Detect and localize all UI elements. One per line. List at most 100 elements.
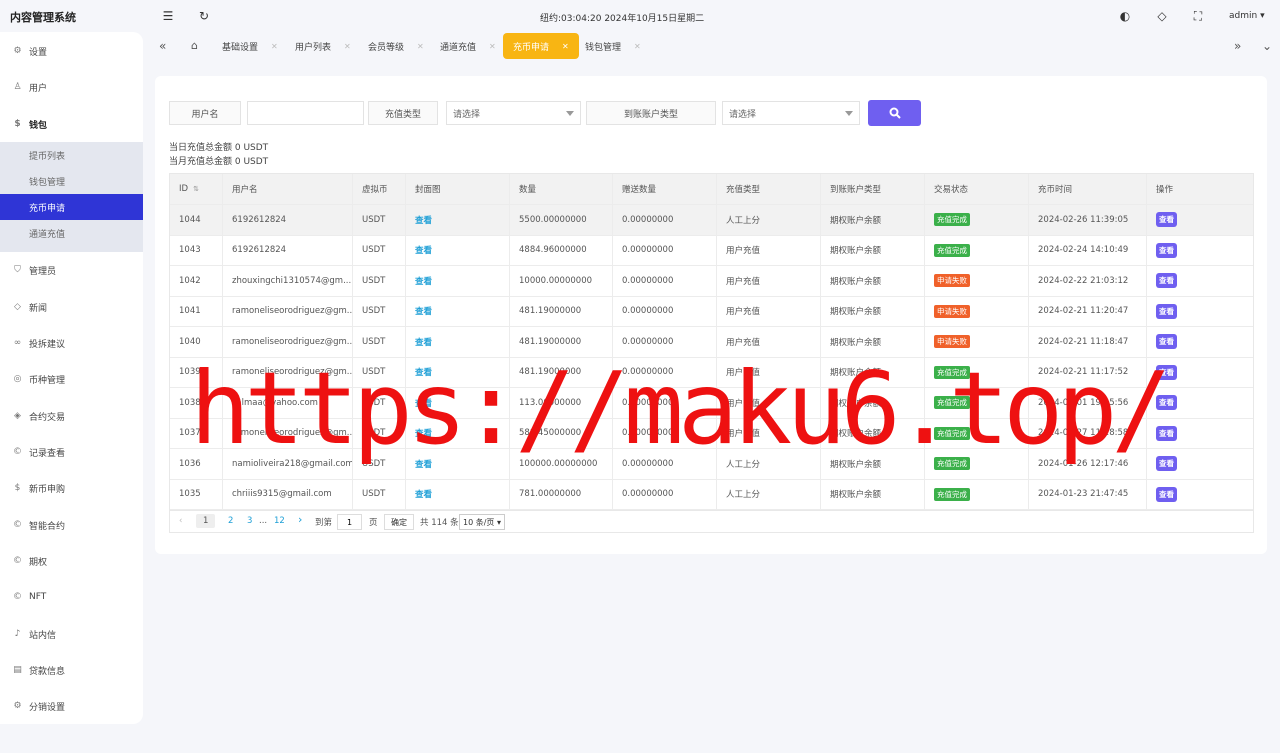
tabs-scroll-right-icon[interactable]: » (1234, 39, 1241, 53)
sidebar-item-settings[interactable]: ⚙ 设置 (0, 38, 143, 64)
view-button[interactable]: 查看 (1156, 456, 1177, 472)
view-cover-link[interactable]: 查看 (415, 214, 432, 226)
tab-user-list[interactable]: 用户列表 ✕ (295, 33, 351, 59)
cell-id: 1041 (170, 296, 223, 326)
bell-icon: ♪ (14, 629, 21, 639)
cell-account: 期权账户余额 (821, 266, 925, 296)
sub-item-wallet-manage[interactable]: 钱包管理 (0, 168, 143, 194)
sidebar-item-users[interactable]: ♙ 用户 (0, 74, 143, 100)
recharge-type-select[interactable]: 请选择 (446, 101, 581, 125)
view-button[interactable]: 查看 (1156, 486, 1177, 502)
view-cover-link[interactable]: 查看 (415, 458, 432, 470)
sub-item-channel-recharge[interactable]: 通道充值 (0, 220, 143, 246)
col-status: 交易状态 (925, 174, 1029, 204)
tab-member-level[interactable]: 会员等级 ✕ (368, 33, 424, 59)
tab-channel-recharge[interactable]: 通道充值 ✕ (440, 33, 496, 59)
palette-icon[interactable]: ◐ (1118, 9, 1132, 23)
sidebar-item-feedback[interactable]: ∞ 投拆建议 (0, 330, 143, 356)
cell-op: 查看 (1147, 297, 1254, 327)
sidebar-item-options[interactable]: © 期权 (0, 548, 143, 574)
col-id[interactable]: ID ⇅ (170, 174, 223, 204)
cell-gift: 0.00000000 (613, 296, 717, 326)
sidebar-item-news[interactable]: ◇ 新闻 (0, 294, 143, 320)
view-button[interactable]: 查看 (1156, 395, 1177, 411)
username-input[interactable] (247, 101, 364, 125)
record-icon: © (13, 447, 22, 457)
tab-wallet-manage[interactable]: 钱包管理 ✕ (585, 33, 641, 59)
close-icon[interactable]: ✕ (344, 42, 351, 51)
cell-coin: USDT (353, 205, 406, 235)
view-button[interactable]: 查看 (1156, 273, 1177, 289)
view-button[interactable]: 查看 (1156, 334, 1177, 350)
sidebar-item-records[interactable]: © 记录查看 (0, 439, 143, 465)
account-type-select[interactable]: 请选择 (722, 101, 860, 125)
sidebar-item-admins[interactable]: ⛉ 管理员 (0, 257, 143, 283)
page-2[interactable]: 2 (228, 516, 233, 526)
user-menu[interactable]: admin ▾ (1229, 11, 1265, 21)
cell-gift: 0.00000000 (613, 235, 717, 265)
tab-basic-settings[interactable]: 基础设置 ✕ (222, 33, 278, 59)
sidebar-item-coins[interactable]: ◎ 币种管理 (0, 366, 143, 392)
view-cover-link[interactable]: 查看 (415, 244, 432, 256)
tabs-dropdown-icon[interactable]: ⌄ (1262, 39, 1272, 53)
tab-deposit-apply[interactable]: 充币申请 ✕ (503, 33, 579, 59)
sub-item-withdraw-list[interactable]: 提币列表 (0, 142, 143, 168)
sort-icon[interactable]: ⇅ (193, 185, 199, 193)
view-cover-link[interactable]: 查看 (415, 397, 432, 409)
close-icon[interactable]: ✕ (562, 42, 569, 51)
cell-type: 用户充值 (717, 357, 821, 387)
view-button[interactable]: 查看 (1156, 242, 1177, 258)
main-panel: 用户名 充值类型 请选择 到账账户类型 请选择 当日充值总金额 0 USDT 当… (155, 76, 1267, 554)
close-icon[interactable]: ✕ (489, 42, 496, 51)
goto-confirm-button[interactable]: 确定 (384, 514, 414, 530)
view-cover-link[interactable]: 查看 (415, 305, 432, 317)
page-size-select[interactable]: 10 条/页 ▾ (459, 514, 505, 530)
view-button[interactable]: 查看 (1156, 364, 1177, 380)
view-button[interactable]: 查看 (1156, 303, 1177, 319)
cell-op: 查看 (1147, 205, 1254, 235)
status-badge: 申请失败 (934, 304, 970, 318)
close-icon[interactable]: ✕ (634, 42, 641, 51)
view-button[interactable]: 查看 (1156, 425, 1177, 441)
sidebar-item-nft[interactable]: © NFT (0, 584, 143, 610)
view-cover-link[interactable]: 查看 (415, 366, 432, 378)
table-row: 1041 ramoneliseorodriguez@gm... USDT 查看 481.… (170, 296, 1254, 327)
search-button[interactable] (868, 100, 921, 126)
sidebar-item-contract-trade[interactable]: ◈ 合约交易 (0, 403, 143, 429)
page-12[interactable]: 12 (274, 516, 285, 526)
refresh-icon[interactable]: ↻ (197, 9, 211, 23)
view-cover-link[interactable]: 查看 (415, 275, 432, 287)
tag-icon[interactable]: ◇ (1155, 9, 1169, 23)
view-cover-link[interactable]: 查看 (415, 336, 432, 348)
sidebar-item-new-coin[interactable]: $ 新币申购 (0, 475, 143, 501)
cell-coin: USDT (353, 418, 406, 448)
cell-account: 期权账户余额 (821, 296, 925, 326)
next-page-icon[interactable]: › (298, 513, 302, 526)
sidebar-item-messages[interactable]: ♪ 站内信 (0, 621, 143, 647)
menu-toggle-icon[interactable]: ☰ (161, 9, 175, 23)
page-3[interactable]: 3 (247, 516, 252, 526)
tabs-scroll-left-icon[interactable]: « (159, 39, 166, 53)
cell-coin: USDT (353, 479, 406, 509)
fullscreen-icon[interactable]: ⛶ (1191, 9, 1205, 23)
sidebar-item-wallet[interactable]: $ 钱包 (0, 111, 143, 137)
close-icon[interactable]: ✕ (271, 42, 278, 51)
status-badge: 充值完成 (934, 365, 970, 379)
sidebar-item-loans[interactable]: ▤ 贷款信息 (0, 657, 143, 683)
sidebar-item-smart-contract[interactable]: © 智能合约 (0, 512, 143, 538)
goto-page-input[interactable] (337, 514, 362, 530)
view-cover-link[interactable]: 查看 (415, 488, 432, 500)
view-cover-link[interactable]: 查看 (415, 427, 432, 439)
home-icon[interactable]: ⌂ (191, 39, 198, 52)
sidebar-item-distribution[interactable]: ⚙ 分销设置 (0, 693, 143, 719)
view-button[interactable]: 查看 (1156, 212, 1177, 228)
sub-item-deposit-apply[interactable]: 充币申请 (0, 194, 143, 220)
page-1[interactable]: 1 (196, 514, 216, 528)
cell-id: 1037 (170, 418, 223, 448)
close-icon[interactable]: ✕ (417, 42, 424, 51)
cell-time: 2024-02-01 19:25:56 (1029, 388, 1147, 418)
cell-gift: 0.00000000 (613, 479, 717, 509)
chevron-down-icon: ▾ (1260, 11, 1265, 21)
prev-page-icon[interactable]: ‹ (179, 516, 182, 526)
cell-type: 人工上分 (717, 479, 821, 509)
